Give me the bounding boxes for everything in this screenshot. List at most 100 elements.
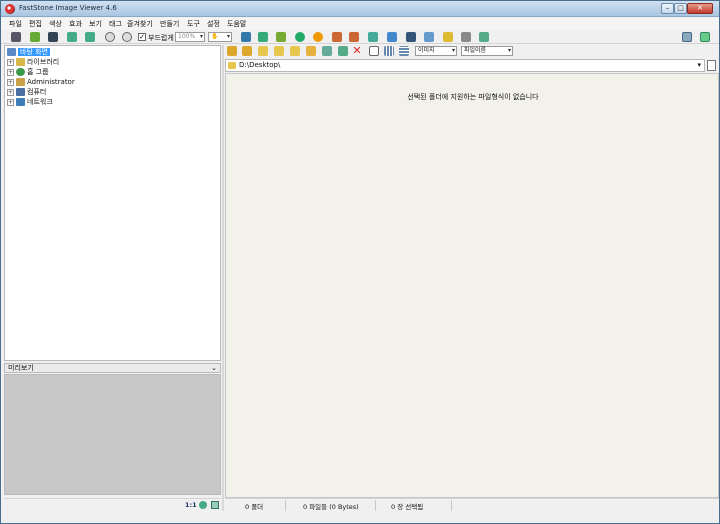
chevron-down-icon: ▾ <box>226 33 230 40</box>
menu-file[interactable]: 파일 <box>9 19 22 29</box>
zoom-out-icon[interactable] <box>122 32 132 42</box>
refresh-icon[interactable] <box>338 46 348 56</box>
rename-icon[interactable] <box>276 32 286 42</box>
tree-item-label: 바탕 화면 <box>18 48 50 56</box>
browse-icon[interactable] <box>11 32 21 42</box>
new-folder-icon[interactable] <box>274 46 284 56</box>
path-history-icon[interactable] <box>707 60 716 71</box>
status-bar: 0 폴더 0 파일들 (0 Bytes) 0 장 선택됨 <box>225 498 719 511</box>
menu-tags[interactable]: 태그 <box>109 19 122 29</box>
up-folder-icon[interactable] <box>258 46 268 56</box>
list-view-icon[interactable] <box>399 46 409 56</box>
title-bar[interactable]: FastStone Image Viewer 4.6 – □ ✕ <box>1 1 719 17</box>
layout-icon[interactable] <box>682 32 692 42</box>
folder-tree[interactable]: 바탕 화면 + 라이브러리 + 홈 그룹 + Administrator + 컴퓨터 +… <box>4 45 221 361</box>
compare-icon[interactable] <box>368 32 378 42</box>
empty-folder-message: 선택된 폴더에 지원하는 파일형식이 없습니다 <box>407 93 539 101</box>
desktop-icon <box>7 48 16 56</box>
chevron-down-icon[interactable]: ▾ <box>697 60 701 71</box>
menu-edit[interactable]: 편집 <box>29 19 42 29</box>
thumbnail-view-icon[interactable] <box>384 46 394 56</box>
collapse-preview-button[interactable]: ⌄ <box>211 364 217 372</box>
chevron-down-icon: ▾ <box>199 33 203 40</box>
maximize-button[interactable]: □ <box>674 3 687 14</box>
chevron-down-icon: ▾ <box>451 47 455 54</box>
zoom-select[interactable]: 100% ▾ <box>175 32 205 42</box>
main-toolbar: ✓ 부드럽게 100% ▾ ✋ ▾ <box>1 30 719 44</box>
hand-tool-select[interactable]: ✋ ▾ <box>208 32 232 42</box>
expand-icon[interactable]: + <box>7 68 14 76</box>
tree-item-network[interactable]: + 네트워크 <box>7 97 53 107</box>
sort-select[interactable]: 파일이름 ▾ <box>461 46 513 56</box>
path-input[interactable]: D:\Desktop\ ▾ <box>225 59 705 72</box>
favorite-folder-icon[interactable] <box>290 46 300 56</box>
menu-bar: 파일 편집 색상 효과 보기 태그 즐겨찾기 만들기 도구 설정 도움말 <box>1 18 719 30</box>
forward-arrow-icon[interactable] <box>242 46 252 56</box>
menu-tools[interactable]: 도구 <box>187 19 200 29</box>
status-divider <box>451 500 452 511</box>
slideshow-icon[interactable] <box>313 32 323 42</box>
tree-item-desktop[interactable]: 바탕 화면 <box>7 47 50 57</box>
close-button[interactable]: ✕ <box>687 3 713 14</box>
pane-splitter[interactable] <box>222 45 224 511</box>
app-window: FastStone Image Viewer 4.6 – □ ✕ 파일 편집 색… <box>0 0 720 524</box>
wallpaper-icon[interactable] <box>406 32 416 42</box>
rotate-right-icon[interactable] <box>349 32 359 42</box>
left-status-bar: 1:1 <box>4 498 221 511</box>
actual-size-button[interactable]: 1:1 <box>185 501 197 509</box>
tree-item-homegroup[interactable]: + 홈 그룹 <box>7 67 49 77</box>
settings-icon[interactable] <box>199 501 207 509</box>
menu-create[interactable]: 만들기 <box>160 19 179 29</box>
acquire-icon[interactable] <box>241 32 251 42</box>
expand-icon[interactable]: + <box>7 98 14 106</box>
path-value: D:\Desktop\ <box>239 61 281 69</box>
histogram-icon[interactable] <box>387 32 397 42</box>
smooth-checkbox[interactable]: ✓ <box>138 33 146 41</box>
zoom-select-value: 100% <box>178 33 196 40</box>
preview-header: 미리보기 ⌄ <box>4 363 221 373</box>
status-divider <box>285 500 286 511</box>
preview-title: 미리보기 <box>8 364 34 372</box>
tree-item-computer[interactable]: + 컴퓨터 <box>7 87 46 97</box>
fit-window-icon[interactable] <box>211 501 219 509</box>
delete-icon[interactable]: ✕ <box>352 45 362 56</box>
rotate-left-icon[interactable] <box>332 32 342 42</box>
expand-icon[interactable]: + <box>7 88 14 96</box>
zoom-in-icon[interactable] <box>105 32 115 42</box>
settings-icon[interactable] <box>479 32 489 42</box>
user-folder-icon <box>16 78 25 86</box>
app-logo-icon <box>5 4 15 14</box>
copy-to-folder-icon[interactable] <box>306 46 316 56</box>
status-selected: 0 장 선택됨 <box>391 503 424 511</box>
batch-convert-icon[interactable] <box>258 32 268 42</box>
tree-item-label: Administrator <box>27 78 75 86</box>
print-icon[interactable] <box>461 32 471 42</box>
fullscreen-icon[interactable] <box>700 32 710 42</box>
draw-icon[interactable] <box>424 32 434 42</box>
menu-favorites[interactable]: 즐겨찾기 <box>127 19 153 29</box>
camera-icon[interactable] <box>443 32 453 42</box>
tree-item-label: 홈 그룹 <box>27 68 49 76</box>
prev-image-icon[interactable] <box>67 32 77 42</box>
next-image-icon[interactable] <box>85 32 95 42</box>
menu-effects[interactable]: 효과 <box>69 19 82 29</box>
expand-icon[interactable]: + <box>7 58 14 66</box>
menu-settings[interactable]: 설정 <box>207 19 220 29</box>
open-folder-icon[interactable] <box>30 32 40 42</box>
menu-view[interactable]: 보기 <box>89 19 102 29</box>
expand-icon[interactable]: + <box>7 78 14 86</box>
menu-color[interactable]: 색상 <box>49 19 62 29</box>
minimize-button[interactable]: – <box>661 3 674 14</box>
preview-panel <box>4 374 221 495</box>
details-view-icon[interactable] <box>369 46 379 56</box>
thumbnail-area[interactable]: 선택된 폴더에 지원하는 파일형식이 없습니다 <box>225 73 719 498</box>
move-to-folder-icon[interactable] <box>322 46 332 56</box>
email-icon[interactable] <box>295 32 305 42</box>
save-icon[interactable] <box>48 32 58 42</box>
back-arrow-icon[interactable] <box>227 46 237 56</box>
menu-help[interactable]: 도움말 <box>227 19 246 29</box>
tree-item-libraries[interactable]: + 라이브러리 <box>7 57 59 67</box>
tree-item-administrator[interactable]: + Administrator <box>7 77 75 87</box>
file-filter-select[interactable]: 이미지 ▾ <box>415 46 457 56</box>
chevron-down-icon: ▾ <box>507 47 511 54</box>
